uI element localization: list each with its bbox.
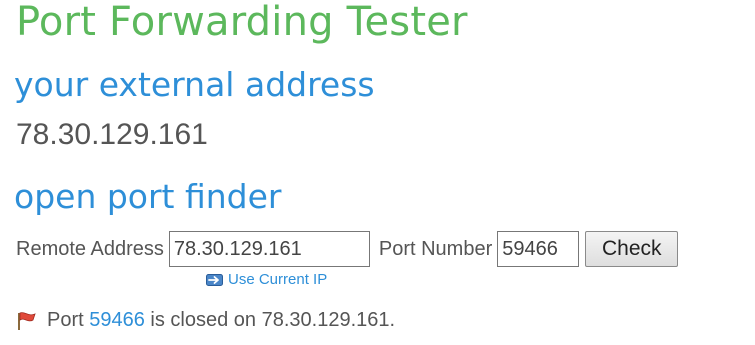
remote-address-label: Remote Address [16, 237, 164, 260]
status-host: 78.30.129.161 [261, 309, 390, 331]
external-ip-value: 78.30.129.161 [16, 118, 208, 151]
port-number-label: Port Number [378, 237, 493, 260]
red-flag-icon [16, 311, 38, 331]
open-port-finder-heading: open port finder [14, 177, 282, 216]
use-current-ip-link[interactable]: Use Current IP [206, 271, 327, 288]
page-title: Port Forwarding Tester [16, 0, 468, 45]
port-status-message: Port 59466 is closed on 78.30.129.161 . [16, 309, 395, 332]
port-check-form: Remote Address Port Number Check [16, 231, 679, 267]
port-number-input[interactable] [497, 231, 580, 267]
use-current-ip-label: Use Current IP [228, 271, 328, 288]
check-button[interactable]: Check [585, 231, 679, 267]
external-address-heading: your external address [14, 65, 375, 104]
status-prefix: Port [47, 309, 90, 331]
status-port-number: 59466 [89, 309, 145, 331]
status-suffix: . [389, 309, 396, 331]
status-middle: is closed on [144, 309, 262, 331]
arrow-right-icon [206, 273, 223, 286]
remote-address-input[interactable] [168, 231, 370, 267]
